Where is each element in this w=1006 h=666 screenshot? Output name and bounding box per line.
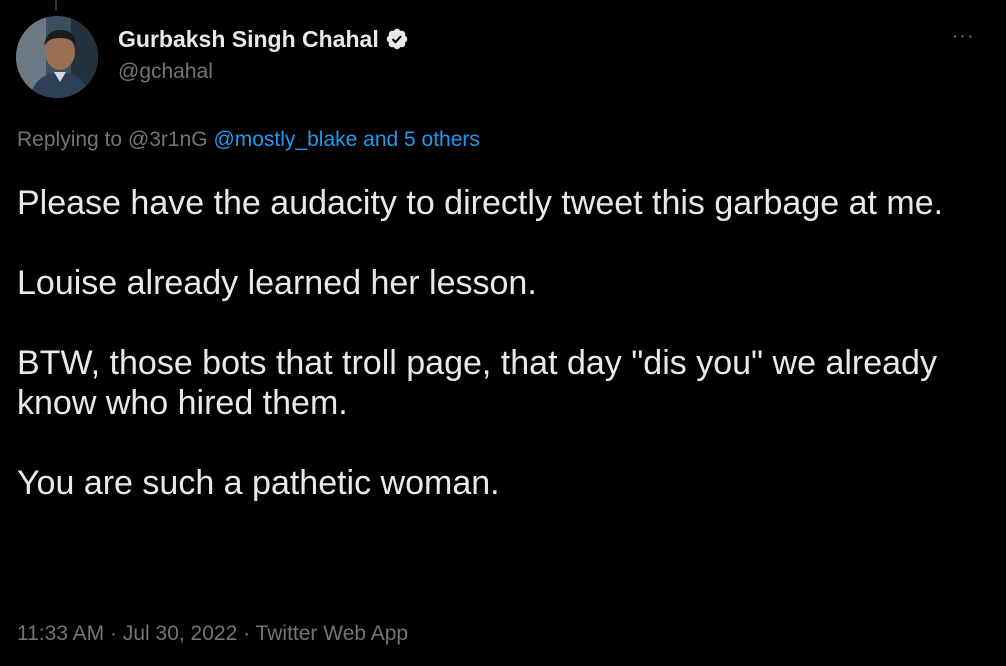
tweet-paragraph: Louise already learned her lesson. <box>17 264 537 302</box>
replying-others-link[interactable]: @mostly_blake and 5 others <box>213 128 479 151</box>
replying-to-line: Replying to @3r1nG @mostly_blake and 5 o… <box>17 128 480 152</box>
tweet-paragraph: BTW, those bots that troll page, that da… <box>17 344 937 422</box>
meta-separator: · <box>104 622 123 645</box>
thread-connector-line <box>55 0 57 10</box>
tweet-paragraph: You are such a pathetic woman. <box>17 464 500 502</box>
tweet-time[interactable]: 11:33 AM <box>17 622 104 645</box>
author-name-row[interactable]: Gurbaksh Singh Chahal <box>118 24 409 54</box>
tweet-metadata: 11:33 AM · Jul 30, 2022 · Twitter Web Ap… <box>17 622 408 646</box>
replying-prefix: Replying to <box>17 128 128 151</box>
profile-photo-icon <box>16 16 98 98</box>
meta-separator: · <box>237 622 256 645</box>
tweet-paragraph: Please have the audacity to directly twe… <box>17 184 944 222</box>
tweet-body: Please have the audacity to directly twe… <box>17 183 987 503</box>
avatar[interactable] <box>16 16 98 98</box>
author-handle[interactable]: @gchahal <box>118 60 213 84</box>
tweet-source: Twitter Web App <box>255 622 409 645</box>
more-horizontal-icon: ··· <box>951 24 975 47</box>
author-display-name[interactable]: Gurbaksh Singh Chahal <box>118 26 379 53</box>
replying-first-user: @3r1nG <box>127 128 214 151</box>
more-options-button[interactable]: ··· <box>946 24 980 48</box>
tweet-date[interactable]: Jul 30, 2022 <box>123 622 237 645</box>
verified-badge-icon <box>385 27 409 51</box>
